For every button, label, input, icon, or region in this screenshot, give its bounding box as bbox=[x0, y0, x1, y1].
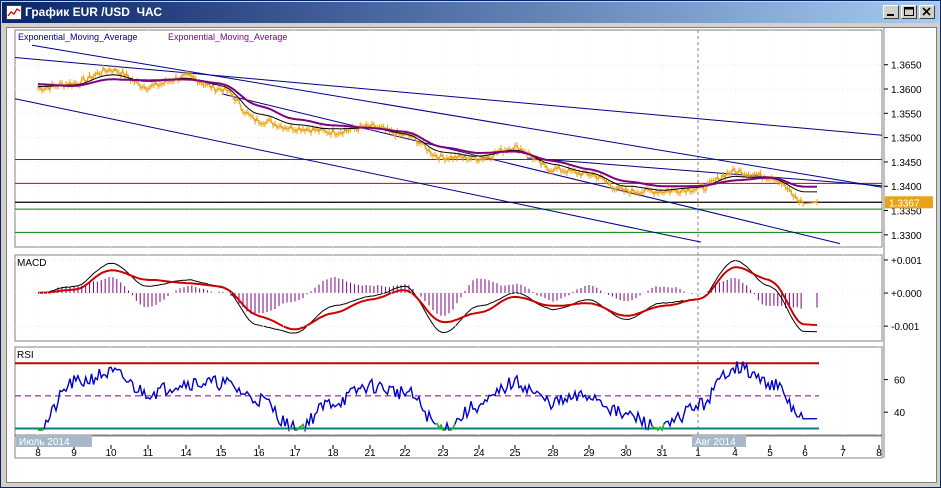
chart-app-icon bbox=[6, 5, 22, 20]
chart-canvas[interactable]: 1.3650 1.3600 1.3550 1.3500 1.3450 1.3400 1.33… bbox=[7, 28, 936, 482]
window-title: График EUR /USD ЧАС bbox=[25, 5, 163, 19]
macd-tick-label: -0.001 bbox=[891, 322, 920, 333]
x-tick-label: 22 bbox=[399, 448, 411, 459]
x-tick-label: 11 bbox=[143, 448, 154, 459]
chart-area[interactable]: 1.3650 1.3600 1.3550 1.3500 1.3450 1.3400 1.33… bbox=[6, 27, 937, 483]
ema-legend-2: Exponential_Moving_Average bbox=[168, 32, 287, 42]
x-tick-label: 29 bbox=[583, 448, 595, 459]
x-tick-label: 30 bbox=[620, 448, 632, 459]
title-bar[interactable]: График EUR /USD ЧАС bbox=[2, 2, 939, 23]
x-tick-label: 1 bbox=[695, 448, 701, 459]
x-tick-label: 28 bbox=[547, 448, 559, 459]
price-tick-label: 1.3650 bbox=[891, 61, 922, 72]
maximize-button[interactable] bbox=[901, 5, 917, 19]
month-label: Авг 2014 bbox=[695, 437, 736, 448]
x-tick-label: 5 bbox=[767, 448, 773, 459]
maximize-icon bbox=[904, 7, 914, 16]
x-tick-label: 24 bbox=[473, 448, 485, 459]
x-tick-label: 31 bbox=[656, 448, 668, 459]
x-tick-label: 4 bbox=[732, 448, 738, 459]
x-tick-label: 18 bbox=[327, 448, 339, 459]
x-tick-label: 8 bbox=[35, 448, 41, 459]
price-tick-label: 1.3400 bbox=[891, 182, 922, 193]
x-tick-label: 15 bbox=[215, 448, 227, 459]
price-tick-label: 1.3550 bbox=[891, 109, 922, 120]
price-tick-label: 1.3600 bbox=[891, 85, 922, 96]
x-tick-label: 6 bbox=[802, 448, 808, 459]
rsi-legend: RSI bbox=[17, 350, 34, 361]
close-button[interactable] bbox=[919, 5, 935, 19]
x-tick-label: 25 bbox=[509, 448, 521, 459]
macd-legend: MACD bbox=[17, 258, 46, 269]
close-icon bbox=[922, 7, 931, 16]
macd-tick-label: +0.001 bbox=[891, 256, 922, 267]
price-tick-label: 1.3300 bbox=[891, 231, 922, 242]
x-tick-label: 10 bbox=[105, 448, 117, 459]
price-panel bbox=[14, 29, 883, 248]
chart-window: График EUR /USD ЧАС 1.3650 1.3600 1.3550 1.… bbox=[0, 0, 941, 488]
rsi-tick-label: 40 bbox=[894, 408, 906, 419]
minimize-icon bbox=[887, 14, 894, 16]
price-tick-label: 1.3500 bbox=[891, 134, 922, 145]
rsi-tick-label: 60 bbox=[894, 376, 906, 387]
x-tick-label: 7 bbox=[840, 448, 846, 459]
macd-tick-label: +0.000 bbox=[891, 289, 922, 300]
x-tick-label: 16 bbox=[253, 448, 265, 459]
x-tick-label: 14 bbox=[180, 448, 192, 459]
x-tick-label: 21 bbox=[364, 448, 376, 459]
month-label: Июль 2014 bbox=[19, 437, 70, 448]
minimize-button[interactable] bbox=[883, 5, 899, 19]
x-tick-label: 17 bbox=[289, 448, 301, 459]
x-tick-label: 8 bbox=[876, 448, 882, 459]
ema-legend-1: Exponential_Moving_Average bbox=[18, 32, 137, 42]
x-tick-label: 9 bbox=[71, 448, 77, 459]
x-tick-label: 23 bbox=[437, 448, 449, 459]
price-tick-label: 1.3450 bbox=[891, 158, 922, 169]
current-price-label: 1.3367 bbox=[889, 198, 920, 209]
